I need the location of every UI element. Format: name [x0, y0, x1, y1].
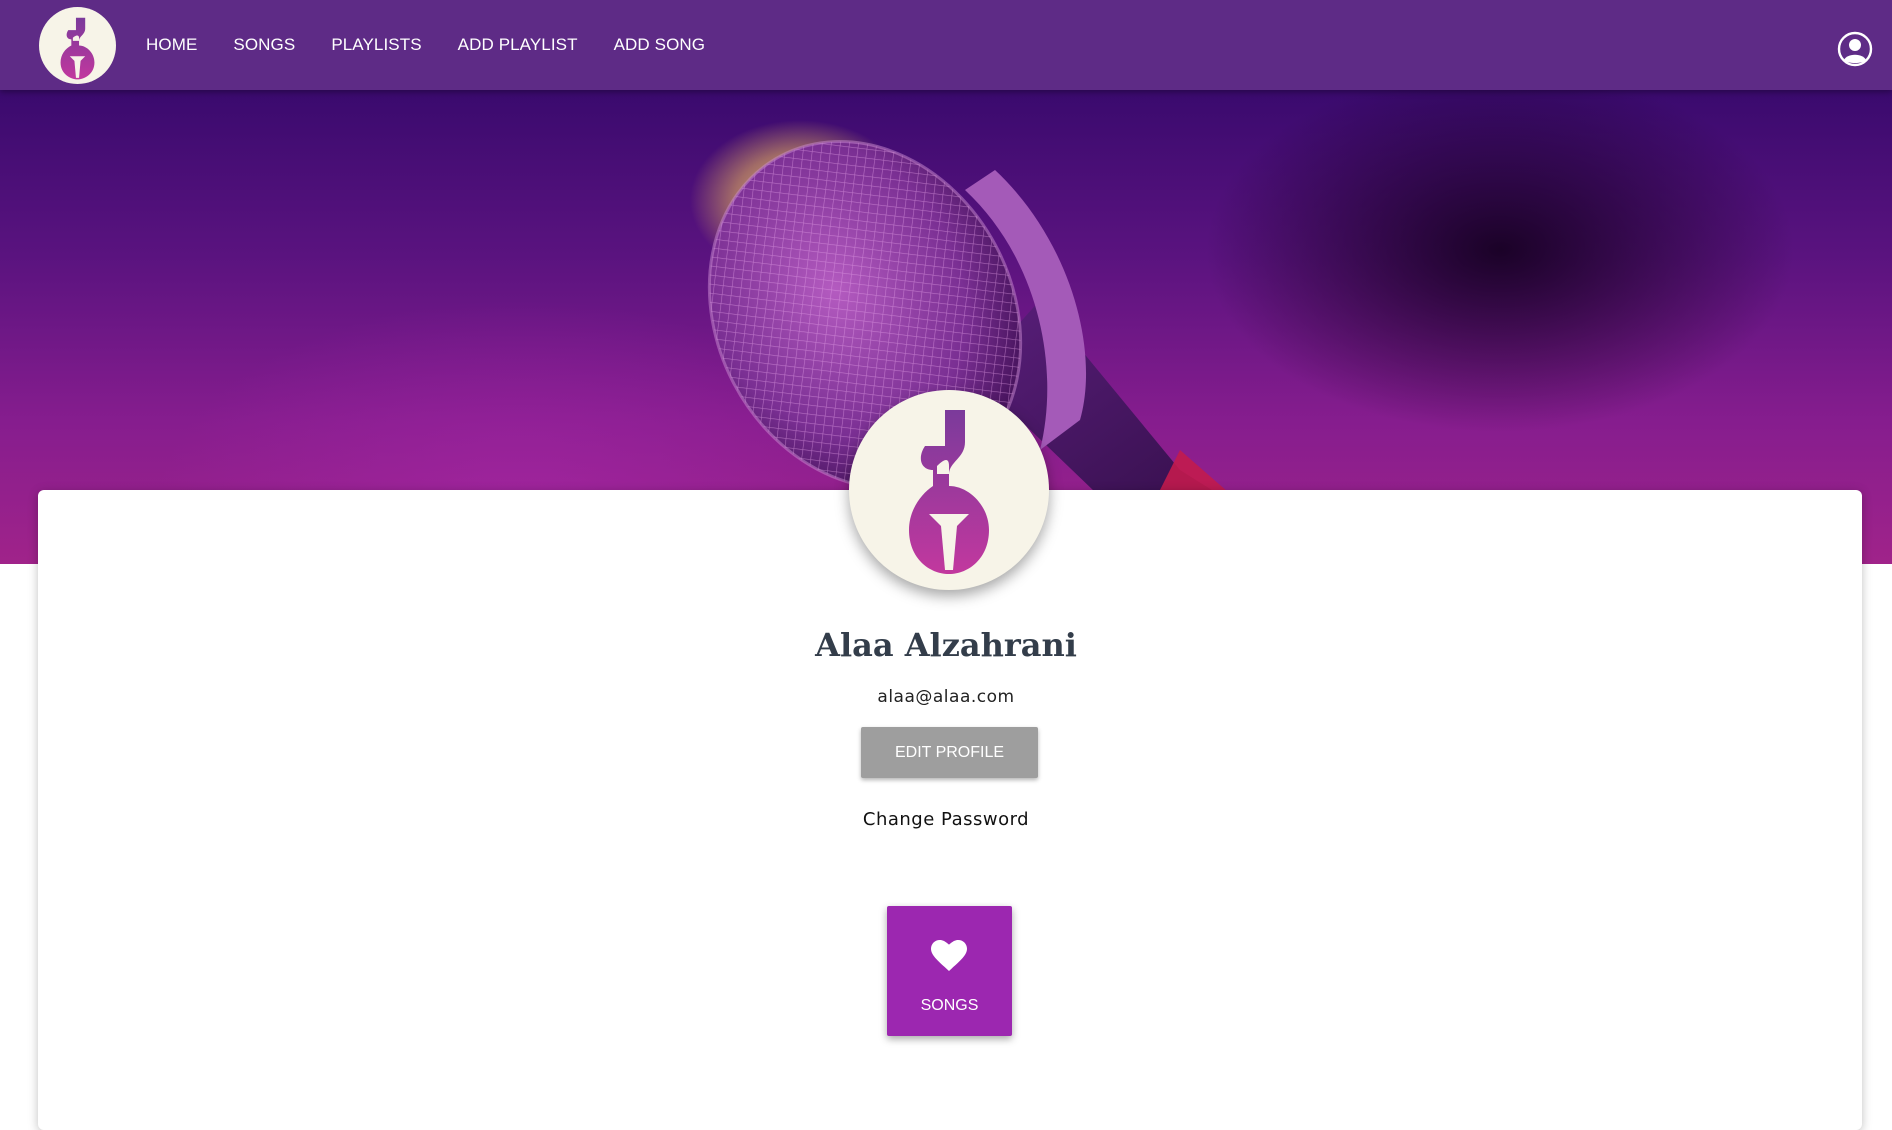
songs-tile-label: SONGS: [920, 997, 979, 1014]
profile-email: alaa@alaa.com: [877, 687, 1015, 707]
nav-playlists-link[interactable]: PLAYLISTS: [313, 0, 439, 90]
profile-name: Alaa Alzahrani: [815, 626, 1077, 664]
change-password-row: Change Password: [0, 809, 1892, 830]
music-logo-icon[interactable]: [39, 7, 116, 84]
nav-home-link[interactable]: HOME: [128, 0, 215, 90]
nav-add-playlist-link[interactable]: ADD PLAYLIST: [440, 0, 596, 90]
nav-links: HOME SONGS PLAYLISTS ADD PLAYLIST ADD SO…: [128, 0, 723, 90]
account-circle-icon[interactable]: [1837, 31, 1873, 67]
music-logo-icon: [909, 410, 989, 574]
edit-profile-button[interactable]: EDIT PROFILE: [861, 727, 1038, 778]
nav-songs-link[interactable]: SONGS: [215, 0, 313, 90]
heart-icon: [931, 940, 967, 971]
change-password-link[interactable]: Change Password: [863, 809, 1029, 830]
nav-add-song-link[interactable]: ADD SONG: [596, 0, 723, 90]
profile-avatar: [849, 390, 1049, 590]
top-navbar: HOME SONGS PLAYLISTS ADD PLAYLIST ADD SO…: [0, 0, 1892, 90]
favorite-songs-tile[interactable]: SONGS: [887, 906, 1012, 1036]
